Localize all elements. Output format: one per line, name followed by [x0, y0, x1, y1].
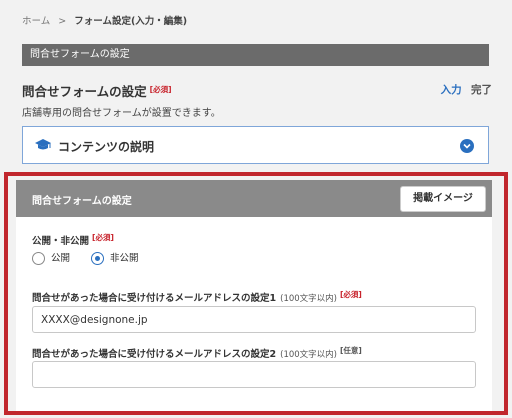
required-badge: [必須] [149, 85, 172, 94]
accordion-label: コンテンツの説明 [58, 140, 155, 154]
breadcrumb-home[interactable]: ホーム [22, 16, 50, 27]
chevron-down-icon[interactable] [460, 139, 474, 153]
highlight-frame [4, 172, 508, 415]
form-description: 店舗専用の問合せフォームが設置できます。 [22, 108, 221, 119]
breadcrumb: ホーム > フォーム設定(入力・編集) [22, 13, 187, 27]
form-title: 問合せフォームの設定 [必須] [22, 81, 172, 100]
form-title-text: 問合せフォームの設定 [22, 84, 147, 99]
section-bar: 問合せフォームの設定 [22, 44, 489, 66]
tab-input[interactable]: 入力 [441, 84, 462, 96]
breadcrumb-current: フォーム設定(入力・編集) [74, 16, 188, 27]
tab-done[interactable]: 完了 [471, 84, 492, 96]
content-description-accordion[interactable]: コンテンツの説明 [22, 126, 489, 164]
step-tabs: 入力 完了 [441, 82, 492, 97]
breadcrumb-separator: > [58, 16, 67, 27]
graduation-cap-icon [35, 139, 51, 150]
